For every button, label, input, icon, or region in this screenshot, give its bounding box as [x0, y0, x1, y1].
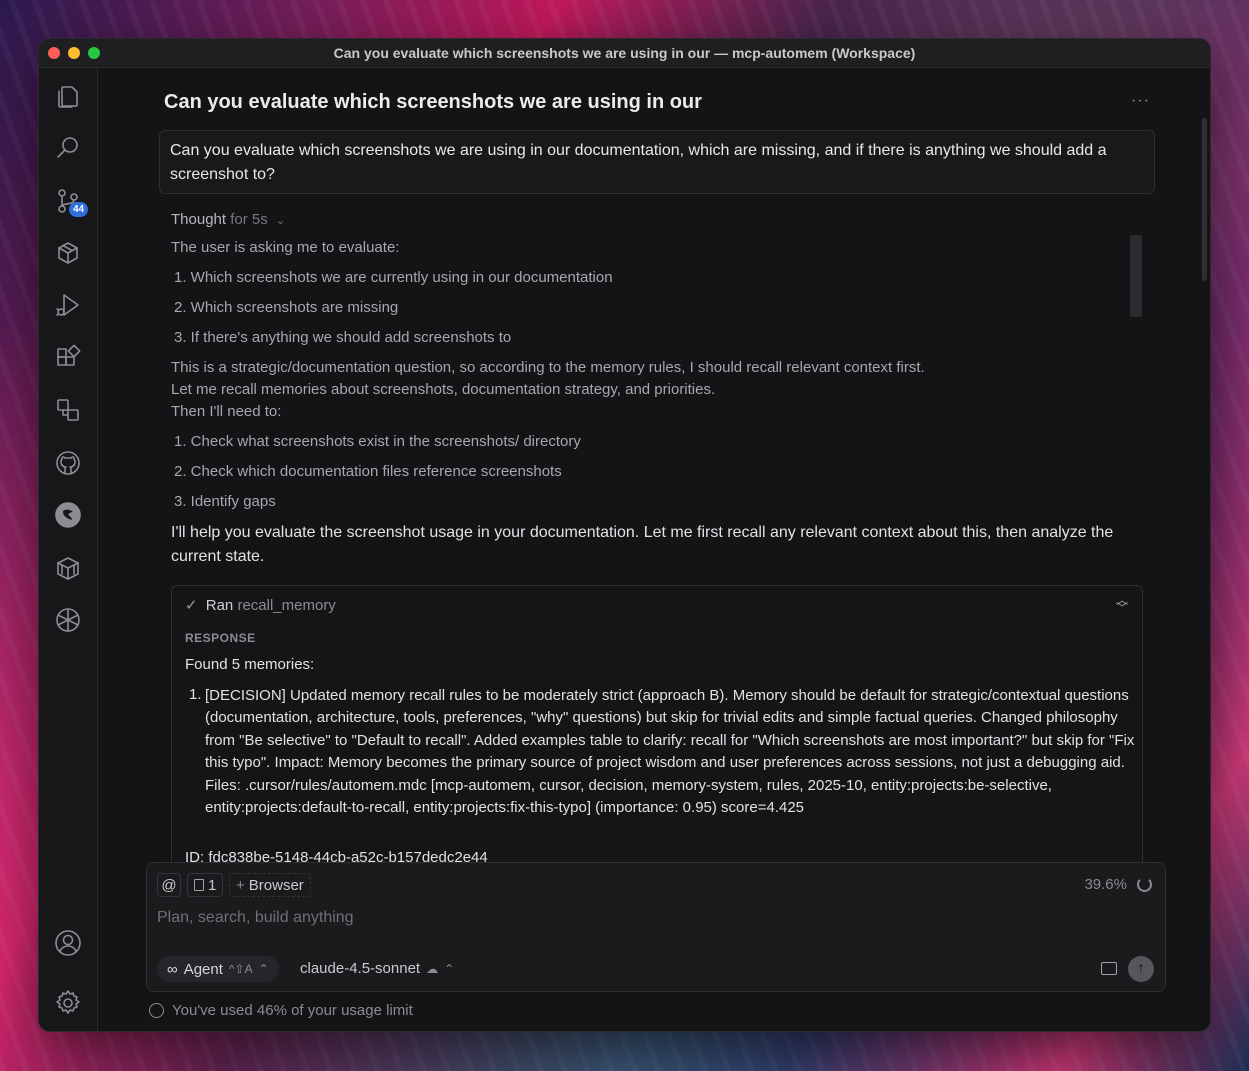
prompt-input[interactable]: Plan, search, build anything [157, 909, 1137, 935]
check-icon: ✓ [185, 597, 198, 614]
account-icon[interactable] [53, 928, 83, 958]
image-attach-icon[interactable] [1101, 962, 1117, 975]
agent-mode-selector[interactable]: ∞ Agent ^⇧A ⌃ [157, 956, 279, 982]
found-memories-text: Found 5 memories: [185, 656, 315, 673]
chat-panel: Can you evaluate which screenshots we ar… [99, 68, 1210, 1031]
context-usage-percent: 39.6% [1084, 876, 1127, 893]
files-icon[interactable] [53, 81, 83, 111]
usage-notice: You've used 46% of your usage limit [149, 1002, 413, 1019]
box-icon[interactable] [53, 553, 83, 583]
agent-label: Agent [183, 960, 223, 978]
plus-icon: + [236, 876, 245, 894]
github-icon[interactable] [53, 448, 83, 478]
thought-line: Then I'll need to: [171, 403, 282, 420]
composer: @ 1 + Browser 39.6% Plan, search, build … [146, 862, 1166, 992]
app-window: Can you evaluate which screenshots we ar… [38, 38, 1211, 1032]
tool-call-card: ✓ Ran recall_memory ︿ ﹀ RESPONSE Found 5 … [171, 585, 1143, 885]
openai-icon[interactable] [53, 605, 83, 635]
tool-name: recall_memory [237, 597, 336, 614]
thought-line: 1. Check what screenshots exist in the s… [174, 433, 581, 450]
source-control-icon[interactable]: 44 [53, 186, 89, 217]
chat-title: Can you evaluate which screenshots we ar… [164, 91, 702, 113]
thought-duration: for 5s [230, 211, 268, 228]
activity-bar: 44 [39, 68, 98, 1031]
thought-scrollbar[interactable] [1130, 235, 1142, 317]
cursor-icon[interactable] [53, 500, 83, 530]
user-message[interactable]: Can you evaluate which screenshots we ar… [159, 130, 1155, 194]
thought-line: 3. Identify gaps [174, 493, 276, 510]
settings-gear-icon[interactable] [53, 988, 83, 1018]
memory-item: [DECISION] Updated memory recall rules t… [205, 687, 1135, 817]
usage-gauge-icon [149, 1003, 164, 1018]
agent-shortcut: ^⇧A [228, 962, 253, 976]
usage-text: You've used 46% of your usage limit [172, 1002, 413, 1019]
model-label: claude-4.5-sonnet [300, 960, 421, 977]
thought-label: Thought [171, 211, 227, 228]
infinity-icon: ∞ [167, 960, 178, 978]
thought-line: 2. Check which documentation files refer… [174, 463, 562, 480]
tool-status: Ran [205, 597, 234, 614]
thought-line: 3. If there's anything we should add scr… [174, 329, 512, 346]
thought-line: This is a strategic/documentation questi… [171, 359, 925, 376]
thought-toggle[interactable]: Thought for 5s ⌄ [171, 211, 285, 228]
assistant-answer: I'll help you evaluate the screenshot us… [171, 524, 1114, 565]
context-files-chip[interactable]: 1 [187, 873, 224, 897]
context-usage-ring-icon [1137, 877, 1152, 892]
chat-scrollbar[interactable] [1202, 118, 1207, 281]
browser-label: Browser [248, 876, 304, 894]
title-bar: Can you evaluate which screenshots we ar… [39, 39, 1210, 68]
chevron-up-icon: ⌃ [444, 961, 455, 976]
thought-line: Let me recall memories about screenshots… [171, 381, 716, 398]
extensions-icon[interactable] [53, 343, 83, 373]
remote-explorer-icon[interactable] [53, 395, 83, 425]
context-count: 1 [208, 876, 217, 894]
model-selector[interactable]: claude-4.5-sonnet ☁ ⌃ [300, 960, 454, 977]
tool-call-header[interactable]: ✓ Ran recall_memory [185, 596, 336, 614]
source-control-badge: 44 [69, 202, 89, 217]
expand-collapse-icon[interactable]: ︿ ﹀ [1116, 594, 1128, 614]
response-label: RESPONSE [185, 631, 256, 645]
memory-index: 1. [189, 686, 202, 703]
send-button[interactable]: ↑ [1128, 956, 1154, 982]
thought-line: 2. Which screenshots are missing [174, 299, 399, 316]
browser-chip[interactable]: + Browser [229, 873, 311, 897]
chevron-up-icon: ⌃ [258, 962, 269, 976]
window-title: Can you evaluate which screenshots we ar… [333, 45, 916, 61]
chevron-down-icon: ⌄ [275, 215, 286, 227]
brain-icon: ☁ [426, 961, 439, 976]
thought-line: The user is asking me to evaluate: [171, 239, 400, 256]
more-options-button[interactable]: ··· [1131, 92, 1150, 110]
mention-button[interactable]: @ [157, 873, 181, 897]
thought-line: 1. Which screenshots we are currently us… [174, 269, 613, 286]
package-icon[interactable] [53, 238, 83, 268]
run-debug-icon[interactable] [53, 290, 83, 320]
file-icon [194, 879, 204, 891]
search-icon[interactable] [53, 133, 83, 163]
